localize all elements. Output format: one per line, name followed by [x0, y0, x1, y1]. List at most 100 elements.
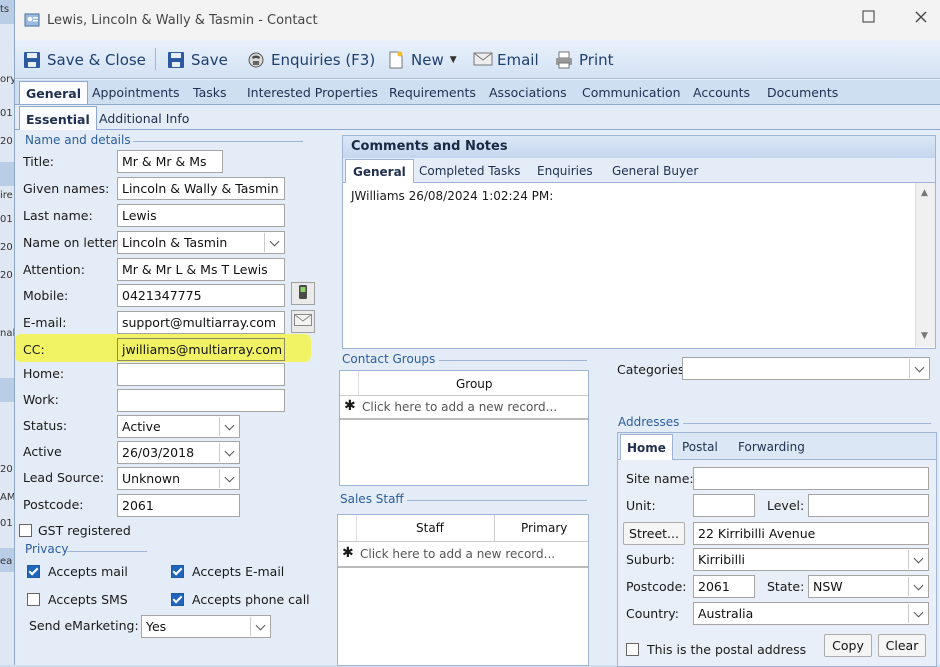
gst-registered-label: GST registered [38, 523, 131, 538]
accepts-phone-checkbox[interactable]: Accepts phone call [171, 592, 310, 607]
mobile-field[interactable]: 0421347775 [117, 284, 285, 307]
active-date-picker[interactable]: 26/03/2018 [117, 441, 240, 464]
cc-field[interactable]: jwilliams@multiarray.com [117, 338, 285, 361]
accepts-email-checkbox[interactable]: Accepts E-mail [171, 564, 284, 579]
background-cell: 20 [0, 464, 13, 475]
send-emarketing-label: Send eMarketing: [29, 618, 139, 633]
name-on-letters-select[interactable]: Lincoln & Tasmin [117, 231, 285, 254]
enquiry-phone-icon [247, 51, 265, 69]
tab-accounts[interactable]: Accounts [693, 85, 750, 100]
state-value: NSW [813, 579, 843, 594]
save-close-button[interactable]: Save & Close [23, 49, 146, 71]
title-label: Title: [23, 154, 54, 169]
comments-header: Comments and Notes [343, 136, 935, 158]
chevron-down-icon[interactable] [219, 443, 238, 462]
address-tab-home[interactable]: Home [620, 434, 673, 460]
sms-button[interactable] [291, 282, 315, 305]
close-button[interactable] [911, 10, 931, 28]
tab-additional-info[interactable]: Additional Info [99, 111, 189, 126]
mobile-label: Mobile: [23, 288, 69, 303]
street-field[interactable]: 22 Kirribilli Avenue [693, 522, 929, 545]
accepts-sms-checkbox[interactable]: Accepts SMS [27, 592, 128, 607]
last-name-field[interactable]: Lewis [117, 204, 285, 227]
tab-essential[interactable]: Essential [19, 106, 97, 130]
comments-tab-general[interactable]: General [345, 159, 414, 183]
site-name-field[interactable] [693, 467, 929, 490]
background-cell: 20 [0, 136, 13, 147]
background-bar [0, 378, 14, 402]
status-select[interactable]: Active [117, 415, 240, 438]
group-divider [683, 423, 931, 424]
categories-select[interactable] [682, 357, 930, 380]
chevron-down-icon[interactable] [264, 233, 283, 252]
lead-source-select[interactable]: Unknown [117, 467, 240, 490]
primary-column-header[interactable]: Primary [521, 521, 567, 535]
background-cell: 20 [0, 242, 13, 253]
chevron-down-icon[interactable] [908, 550, 927, 569]
chevron-down-icon[interactable] [908, 577, 927, 596]
accepts-mail-label: Accepts mail [48, 564, 128, 579]
new-record-row[interactable]: ✱ Click here to add a new record... [340, 396, 588, 420]
scroll-up-icon[interactable]: ▲ [921, 188, 928, 198]
group-column-header[interactable]: Group [456, 377, 493, 391]
gst-registered-checkbox[interactable]: GST registered [19, 523, 131, 538]
staff-column-header[interactable]: Staff [416, 521, 444, 535]
attention-field[interactable]: Mr & Mr L & Ms T Lewis [117, 258, 285, 281]
tab-requirements[interactable]: Requirements [389, 85, 476, 100]
comments-tab-general-buyer[interactable]: General Buyer [612, 164, 698, 178]
enquiries-button[interactable]: Enquiries (F3) [247, 49, 375, 71]
tab-interested-properties[interactable]: Interested Properties [247, 85, 378, 100]
send-emarketing-select[interactable]: Yes [141, 615, 271, 638]
tab-documents[interactable]: Documents [767, 85, 838, 100]
toolbar: Save & Close Save Enquiries (F3) New ▼ E… [15, 40, 940, 79]
email-button[interactable]: Email [473, 49, 539, 71]
new-record-row[interactable]: ✱ Click here to add a new record... [338, 542, 588, 568]
tab-appointments[interactable]: Appointments [92, 85, 180, 100]
scroll-down-icon[interactable]: ▼ [921, 331, 928, 341]
chevron-down-icon[interactable] [250, 617, 269, 636]
tab-tasks[interactable]: Tasks [193, 85, 227, 100]
street-lookup-button[interactable]: Street... [623, 522, 685, 545]
new-record-prompt: Click here to add a new record... [360, 547, 556, 561]
comments-textarea[interactable]: JWilliams 26/08/2024 1:02:24 PM: [343, 183, 915, 347]
comments-scrollbar[interactable]: ▲ ▼ [915, 183, 935, 347]
print-button[interactable]: Print [555, 49, 614, 71]
country-select[interactable]: Australia [693, 602, 929, 625]
postcode-field[interactable]: 2061 [117, 494, 240, 517]
save-button[interactable]: Save [167, 49, 228, 71]
email-label: E-mail: [23, 315, 67, 330]
address-tab-forwarding[interactable]: Forwarding [738, 440, 805, 454]
chevron-down-icon[interactable] [219, 417, 238, 436]
state-select[interactable]: NSW [808, 575, 929, 598]
chevron-down-icon[interactable] [909, 359, 928, 378]
mobile-phone-icon [298, 284, 308, 303]
given-names-field[interactable]: Lincoln & Wally & Tasmin [117, 177, 285, 200]
address-tab-postal[interactable]: Postal [682, 440, 718, 454]
new-record-prompt: Click here to add a new record... [362, 400, 558, 414]
unit-field[interactable] [693, 494, 755, 517]
name-on-letters-label: Name on letters: [23, 235, 128, 250]
tab-communication[interactable]: Communication [582, 85, 681, 100]
accepts-mail-checkbox[interactable]: Accepts mail [27, 564, 128, 579]
work-phone-field[interactable] [117, 389, 285, 412]
title-field[interactable]: Mr & Mr & Ms [117, 150, 223, 173]
suburb-select[interactable]: Kirribilli [693, 548, 929, 571]
tab-associations[interactable]: Associations [489, 85, 567, 100]
home-phone-field[interactable] [117, 363, 285, 386]
postal-address-checkbox[interactable]: This is the postal address [626, 642, 806, 657]
address-postcode-field[interactable]: 2061 [693, 575, 755, 598]
new-button[interactable]: New ▼ [387, 49, 457, 71]
comments-tab-completed-tasks[interactable]: Completed Tasks [419, 164, 520, 178]
clear-button[interactable]: Clear [878, 634, 926, 657]
send-email-button[interactable] [291, 310, 315, 333]
comments-tab-enquiries[interactable]: Enquiries [537, 164, 593, 178]
chevron-down-icon[interactable] [908, 604, 927, 623]
copy-button[interactable]: Copy [824, 634, 872, 657]
background-cell: ory [0, 74, 14, 85]
tab-general[interactable]: General [19, 81, 88, 104]
email-field[interactable]: support@multiarray.com [117, 311, 285, 334]
status-label: Status: [23, 418, 68, 433]
level-field[interactable] [808, 494, 929, 517]
minimize-button[interactable] [859, 10, 879, 28]
chevron-down-icon[interactable] [219, 469, 238, 488]
